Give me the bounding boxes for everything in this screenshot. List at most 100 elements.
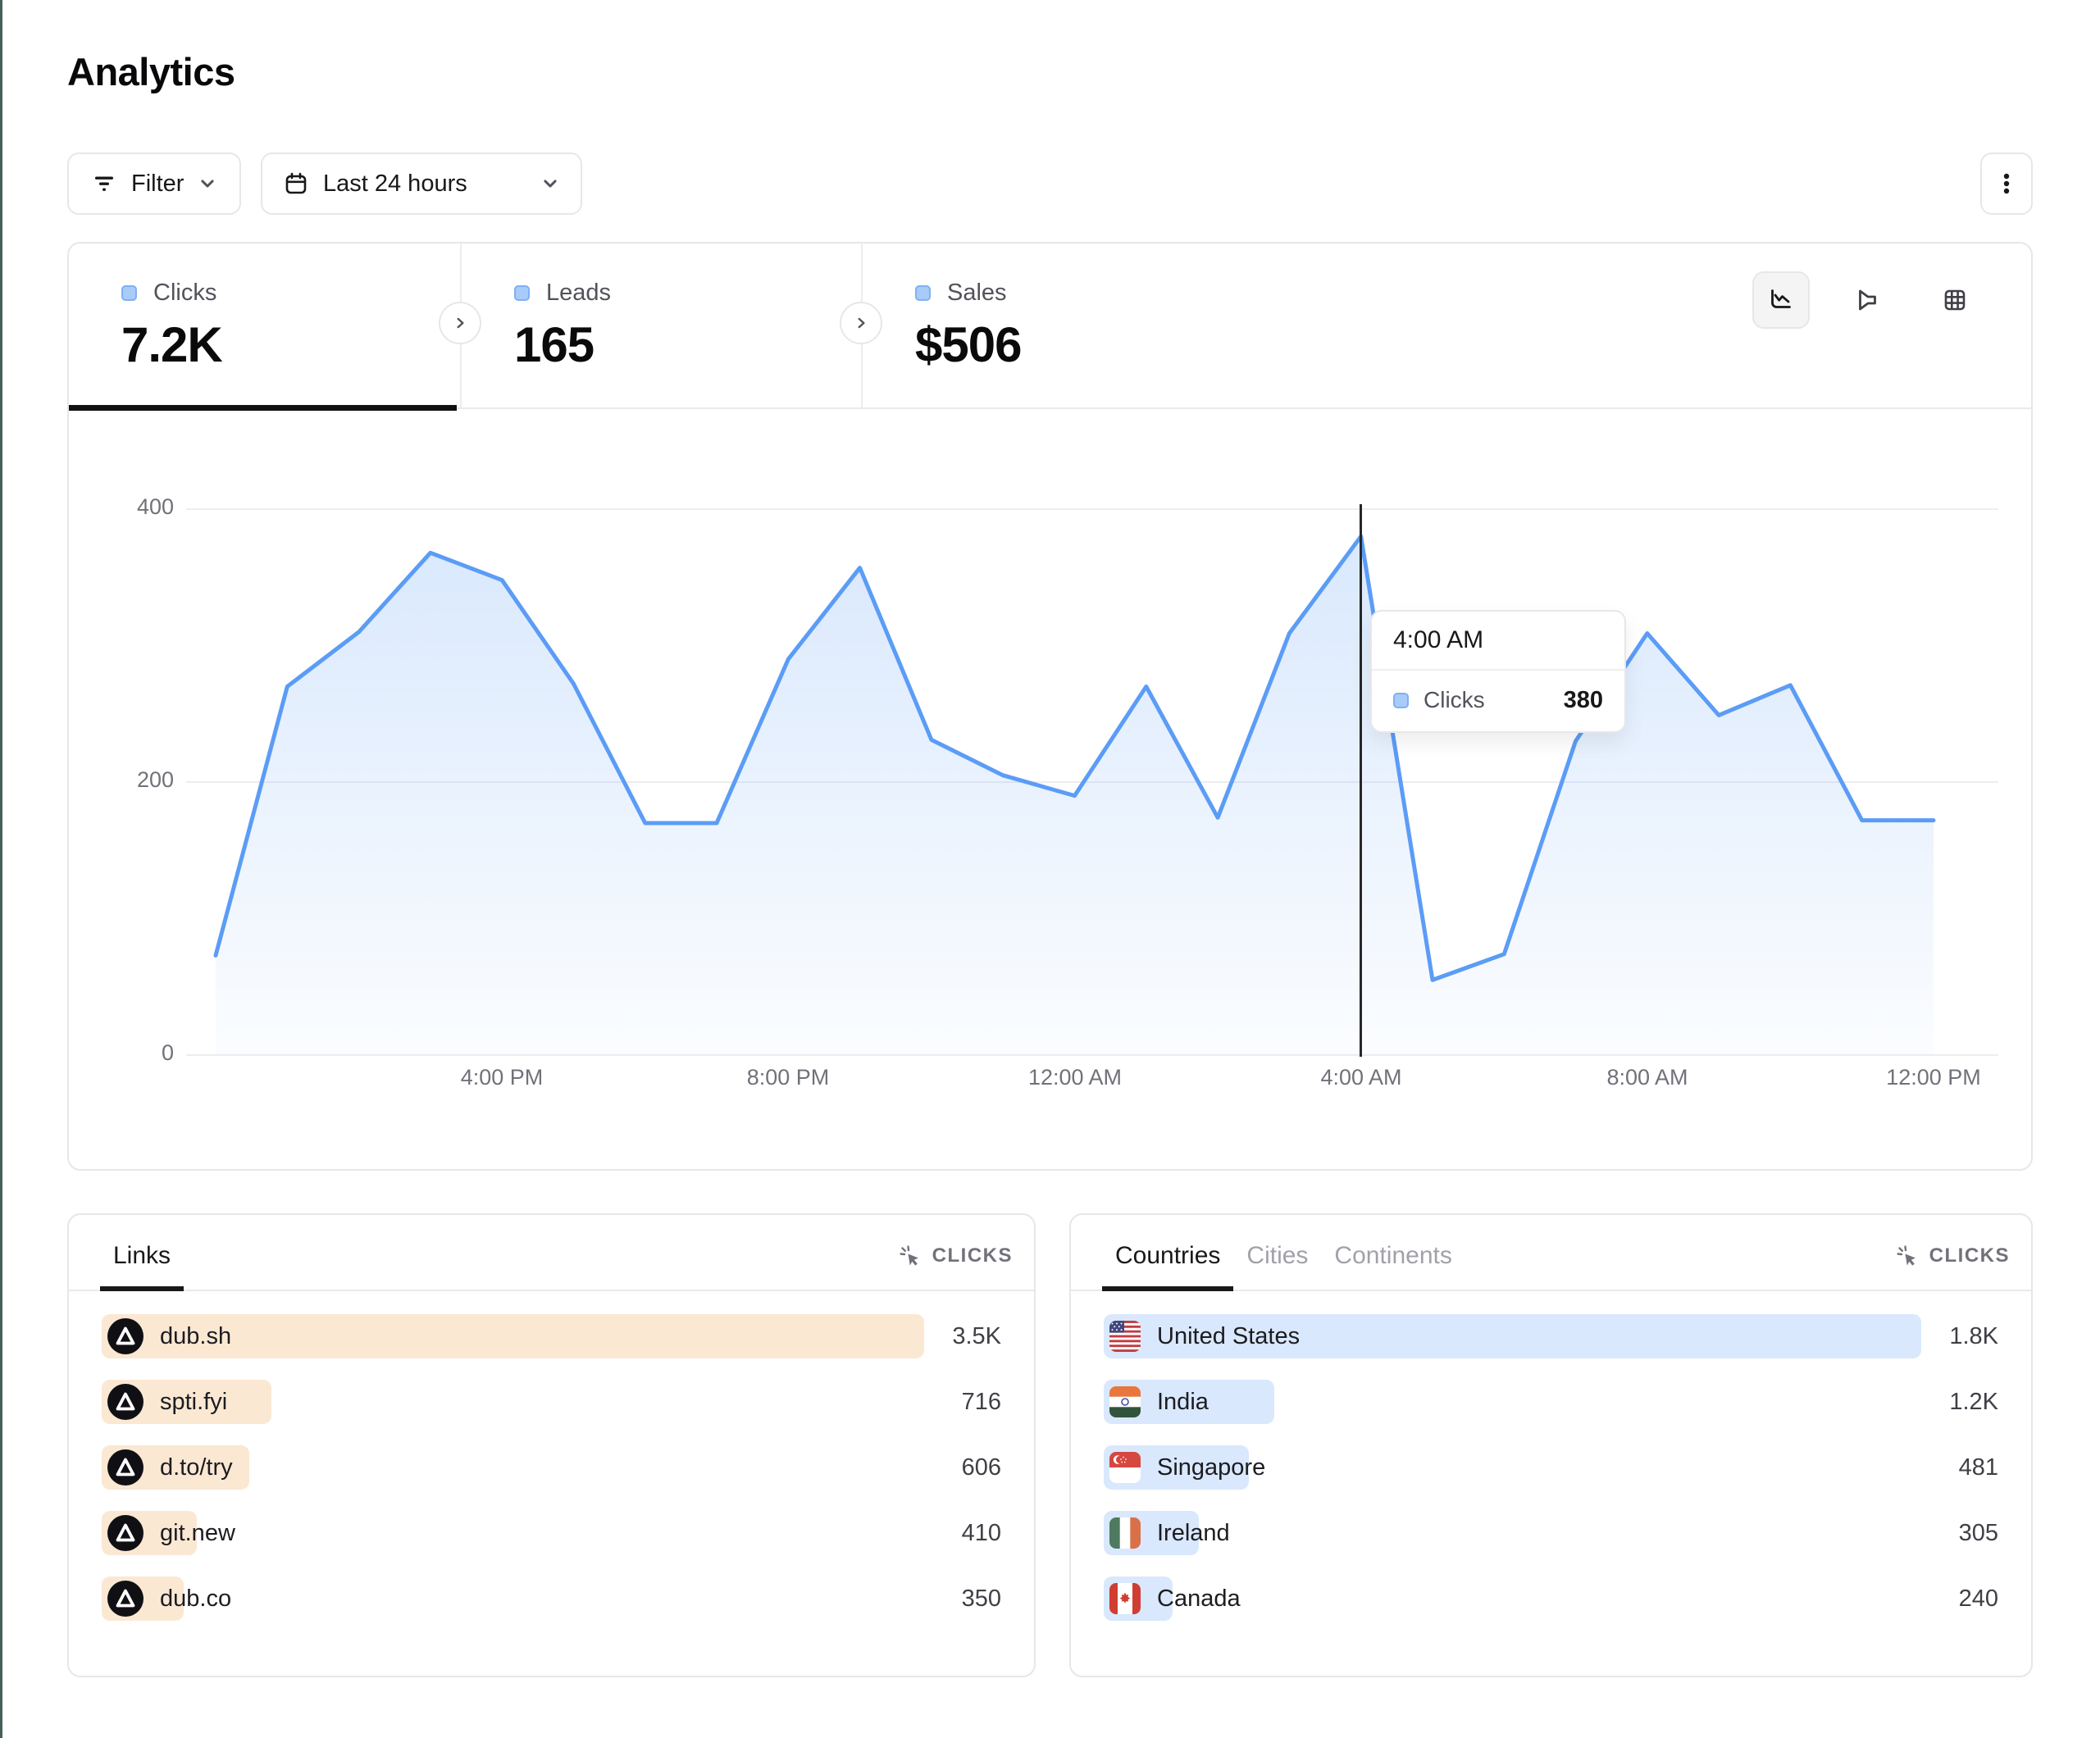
countries-panel-header: Countries Cities Continents CLICKS — [1071, 1215, 2031, 1291]
links-list: dub.sh 3.5K spti.fyi 716 — [69, 1291, 1034, 1621]
table-view-icon — [1939, 284, 1970, 316]
country-clicks-value: 1.8K — [1949, 1323, 1998, 1350]
country-row[interactable]: United States 1.8K — [1104, 1314, 1998, 1358]
country-row[interactable]: Singapore 481 — [1104, 1445, 1998, 1490]
x-axis-tick: 8:00 AM — [1606, 1065, 1688, 1090]
filter-button[interactable]: Filter — [67, 152, 241, 215]
funnel-chart-toggle[interactable] — [1839, 271, 1897, 329]
country-clicks-value: 481 — [1959, 1454, 1998, 1481]
date-range-button[interactable]: Last 24 hours — [261, 152, 582, 215]
y-axis-tick: 0 — [116, 1040, 174, 1066]
dub-logo-icon — [107, 1449, 143, 1485]
metric-tab-value: 7.2K — [121, 316, 222, 373]
y-axis-tick: 200 — [116, 767, 174, 793]
links-metric-header[interactable]: CLICKS — [898, 1244, 1013, 1290]
link-label: dub.co — [160, 1586, 231, 1613]
countries-panel: Countries Cities Continents CLICKS — [1069, 1213, 2033, 1677]
x-axis-tick: 4:00 PM — [461, 1065, 544, 1090]
country-clicks-value: 1.2K — [1949, 1389, 1998, 1416]
leads-legend-icon — [514, 285, 530, 301]
link-clicks-value: 606 — [962, 1454, 1001, 1481]
chevron-down-icon — [198, 175, 216, 193]
chart-tooltip: 4:00 AM Clicks 380 — [1370, 610, 1626, 733]
dub-logo-icon — [107, 1581, 143, 1617]
link-clicks-value: 3.5K — [952, 1323, 1001, 1350]
country-row[interactable]: Canada 240 — [1104, 1576, 1998, 1621]
metric-tab-label: Leads — [546, 280, 611, 307]
country-clicks-value: 240 — [1959, 1586, 1998, 1613]
link-row[interactable]: spti.fyi 716 — [102, 1380, 1001, 1424]
tab-links[interactable]: Links — [100, 1242, 184, 1290]
cursor-click-icon — [898, 1244, 922, 1268]
tab-sales[interactable]: Sales $506 — [863, 243, 1262, 409]
country-row[interactable]: India 1.2K — [1104, 1380, 1998, 1424]
flag-us-icon — [1109, 1321, 1141, 1352]
dub-logo-icon — [107, 1515, 143, 1551]
cursor-click-icon — [1895, 1244, 1920, 1268]
dub-logo-icon — [107, 1384, 143, 1420]
x-axis-tick: 12:00 PM — [1886, 1065, 1981, 1090]
metric-header-label: CLICKS — [1929, 1244, 2010, 1267]
link-clicks-value: 716 — [962, 1389, 1001, 1416]
country-label: Singapore — [1157, 1454, 1265, 1481]
metric-tab-label: Clicks — [153, 280, 216, 307]
calendar-icon — [284, 171, 308, 196]
country-label: Ireland — [1157, 1520, 1230, 1547]
metric-tab-label: Sales — [947, 280, 1007, 307]
flag-india-icon — [1109, 1386, 1141, 1417]
clicks-legend-icon — [1393, 693, 1409, 708]
tab-cities[interactable]: Cities — [1233, 1242, 1321, 1290]
countries-list: United States 1.8K — [1071, 1291, 2031, 1621]
more-options-button[interactable] — [1980, 152, 2033, 215]
link-label: dub.sh — [160, 1323, 231, 1350]
metric-tab-value: $506 — [915, 316, 1021, 373]
date-range-label: Last 24 hours — [323, 171, 467, 198]
line-chart-icon — [1765, 284, 1797, 316]
tab-clicks[interactable]: Clicks 7.2K — [69, 243, 460, 409]
sales-legend-icon — [915, 285, 931, 301]
link-row[interactable]: dub.co 350 — [102, 1576, 1001, 1621]
country-label: United States — [1157, 1323, 1300, 1350]
tooltip-time: 4:00 AM — [1372, 612, 1624, 671]
link-clicks-value: 350 — [962, 1586, 1001, 1613]
metric-tabs-row: Clicks 7.2K Leads 165 — [69, 243, 2031, 409]
link-row[interactable]: dub.sh 3.5K — [102, 1314, 1001, 1358]
link-row[interactable]: d.to/try 606 — [102, 1445, 1001, 1490]
link-label: git.new — [160, 1520, 235, 1547]
flag-ireland-icon — [1109, 1517, 1141, 1549]
page-title: Analytics — [67, 49, 235, 94]
links-panel-header: Links CLICKS — [69, 1215, 1034, 1291]
filter-lines-icon — [92, 171, 116, 196]
analytics-chart-card: Clicks 7.2K Leads 165 — [67, 242, 2033, 1171]
x-axis-tick: 8:00 PM — [747, 1065, 830, 1090]
country-clicks-value: 305 — [1959, 1520, 1998, 1547]
tab-countries[interactable]: Countries — [1102, 1242, 1233, 1290]
filter-button-label: Filter — [131, 171, 184, 198]
chart-view-toggles — [1752, 271, 1984, 329]
countries-metric-header[interactable]: CLICKS — [1895, 1244, 2010, 1290]
table-view-toggle[interactable] — [1926, 271, 1984, 329]
tooltip-value: 380 — [1564, 687, 1603, 714]
y-axis-tick: 400 — [116, 494, 174, 520]
expand-clicks-button[interactable] — [439, 302, 481, 344]
link-row[interactable]: git.new 410 — [102, 1511, 1001, 1555]
link-label: d.to/try — [160, 1454, 233, 1481]
chevron-down-icon — [541, 175, 559, 193]
link-label: spti.fyi — [160, 1389, 227, 1416]
metric-tab-value: 165 — [514, 316, 611, 373]
tab-leads[interactable]: Leads 165 — [462, 243, 861, 409]
line-chart-toggle[interactable] — [1752, 271, 1810, 329]
country-label: India — [1157, 1389, 1209, 1416]
clicks-legend-icon — [121, 285, 137, 301]
hover-crosshair — [1360, 504, 1362, 1057]
window-edge-strip — [0, 0, 2, 1738]
flag-canada-icon — [1109, 1583, 1141, 1614]
metric-header-label: CLICKS — [932, 1244, 1013, 1267]
expand-leads-button[interactable] — [840, 302, 882, 344]
dub-logo-icon — [107, 1318, 143, 1354]
links-panel: Links CLICKS dub.sh 3.5K — [67, 1213, 1036, 1677]
funnel-chart-icon — [1852, 284, 1884, 316]
country-row[interactable]: Ireland 305 — [1104, 1511, 1998, 1555]
tab-continents[interactable]: Continents — [1321, 1242, 1465, 1290]
tooltip-series-label: Clicks — [1424, 687, 1485, 713]
